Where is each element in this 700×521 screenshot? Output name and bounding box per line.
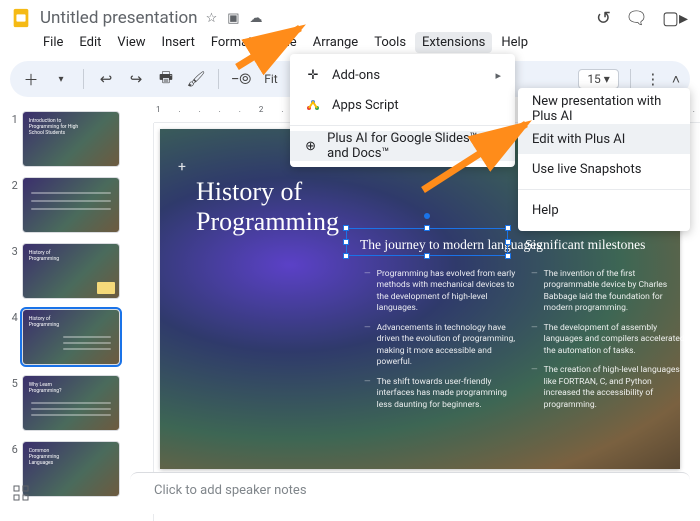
redo-button[interactable]: ↪ xyxy=(125,67,147,91)
slide-title[interactable]: History ofProgramming xyxy=(196,177,339,237)
new-slide-dropdown[interactable]: ▾ xyxy=(50,67,72,91)
menu-extensions[interactable]: Extensions xyxy=(415,32,492,53)
body-column-2[interactable]: —The invention of the first programmable… xyxy=(545,269,690,419)
thumbnail-2[interactable] xyxy=(22,177,120,233)
thumbnail-6[interactable]: Common Programming Languages xyxy=(22,441,120,497)
slides-logo[interactable] xyxy=(8,5,34,31)
subheading-2[interactable]: Significant milestones xyxy=(525,237,645,253)
present-icon[interactable]: ▢▸ xyxy=(662,8,688,29)
vertical-ruler xyxy=(138,123,154,521)
undo-button[interactable]: ↩ xyxy=(95,67,117,91)
menu-tools[interactable]: Tools xyxy=(367,32,413,53)
title-bar: Untitled presentation ☆ ▣ ☁ ↺ 🗨 ▢▸ xyxy=(0,0,700,30)
star-icon[interactable]: ☆ xyxy=(206,11,218,26)
menu-arrange[interactable]: Arrange xyxy=(306,32,365,53)
print-button[interactable]: 🖶 xyxy=(155,67,177,91)
plus-icon: + xyxy=(178,159,186,175)
menu-edit[interactable]: Edit xyxy=(72,32,108,53)
thumbnail-1[interactable]: Introduction to Programming for High Sch… xyxy=(22,111,120,167)
menu-bar: File Edit View Insert Format Slide Arran… xyxy=(0,30,700,57)
collapse-toolbar[interactable]: ˄ xyxy=(672,71,680,88)
annotation-arrow-1 xyxy=(232,22,312,76)
submenu-new-presentation[interactable]: New presentation with Plus AI xyxy=(518,94,690,124)
plus-ai-submenu: New presentation with Plus AI Edit with … xyxy=(518,88,690,231)
font-size-input[interactable]: 15 ▾ xyxy=(578,69,619,89)
menu-addons[interactable]: ✛ Add-ons▸ xyxy=(290,60,515,90)
document-title[interactable]: Untitled presentation xyxy=(40,8,198,28)
history-icon[interactable]: ↺ xyxy=(596,8,611,29)
grid-view-button[interactable] xyxy=(10,482,32,504)
speaker-notes[interactable]: Click to add speaker notes xyxy=(130,472,690,514)
annotation-arrow-2 xyxy=(418,118,538,202)
menu-apps-script[interactable]: Apps Script xyxy=(290,90,515,120)
apps-script-icon xyxy=(304,98,322,112)
menu-view[interactable]: View xyxy=(110,32,152,53)
body-column-1[interactable]: —Programming has evolved from early meth… xyxy=(378,269,523,419)
thumbnail-3[interactable]: History of Programming xyxy=(22,243,120,299)
menu-help[interactable]: Help xyxy=(494,32,535,53)
text-selection-box[interactable] xyxy=(346,228,508,256)
thumbnail-5[interactable]: Why Learn Programming? xyxy=(22,375,120,431)
new-slide-button[interactable]: ＋ xyxy=(20,67,42,91)
paint-format-button[interactable]: 🖌 xyxy=(185,67,207,91)
thumbnail-4[interactable]: History of Programming xyxy=(22,309,120,365)
slide-thumbnails: 1Introduction to Programming for High Sc… xyxy=(0,105,126,521)
menu-insert[interactable]: Insert xyxy=(155,32,202,53)
comments-icon[interactable]: 🗨 xyxy=(625,8,648,29)
submenu-edit-with-plus-ai[interactable]: Edit with Plus AI xyxy=(518,124,690,154)
submenu-help[interactable]: Help xyxy=(518,195,690,225)
menu-file[interactable]: File xyxy=(36,32,70,53)
submenu-live-snapshots[interactable]: Use live Snapshots xyxy=(518,154,690,184)
plus-ai-icon: ⊕ xyxy=(304,139,317,154)
